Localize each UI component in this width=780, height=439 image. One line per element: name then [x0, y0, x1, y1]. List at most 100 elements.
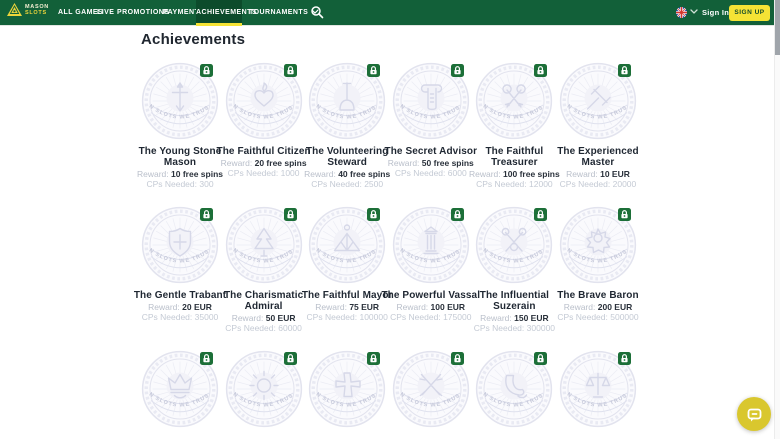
- achievement-medallion: IN SLOTS WE TRUST: [475, 206, 553, 284]
- achievement-medallion: IN SLOTS WE TRUST: [392, 206, 470, 284]
- achievement-card: IN SLOTS WE TRUST: [141, 350, 219, 428]
- achievements-row: IN SLOTS WE TRUSTThe Young Stone MasonRe…: [141, 62, 637, 189]
- achievement-title: The Brave Baron: [548, 290, 648, 301]
- lock-icon: [284, 208, 297, 221]
- achievement-card: IN SLOTS WE TRUSTThe Secret AdvisorRewar…: [392, 62, 470, 189]
- cps-value: 60000: [278, 323, 302, 333]
- chevron-down-icon: [690, 9, 698, 15]
- cps-label: CPs Needed:: [390, 312, 441, 322]
- reward-value: 150 EUR: [514, 313, 549, 323]
- page-title: Achievements: [141, 31, 245, 48]
- lock-icon: [451, 352, 464, 365]
- cps-label: CPs Needed:: [142, 312, 193, 322]
- nav-item-label: TOURNAMENTS: [249, 9, 308, 16]
- achievements-row: IN SLOTS WE TRUSTIN SLOTS WE TRUSTIN SLO…: [141, 350, 637, 428]
- nav-item-promotions[interactable]: PROMOTIONS: [117, 0, 169, 25]
- top-nav: MASON SLOTS ALL GAMESLIVEPROMOTIONSPAYME…: [0, 0, 780, 26]
- chat-widget-button[interactable]: [737, 397, 771, 431]
- reward-label: Reward:: [566, 169, 598, 179]
- reward-value: 100 EUR: [431, 302, 466, 312]
- achievement-card: IN SLOTS WE TRUSTThe Young Stone MasonRe…: [141, 62, 219, 189]
- achievement-card: IN SLOTS WE TRUST: [559, 350, 637, 428]
- achievement-medallion: IN SLOTS WE TRUST: [225, 350, 303, 428]
- achievement-card: IN SLOTS WE TRUST: [308, 350, 386, 428]
- cps-value: 500000: [610, 312, 638, 322]
- reward-value: 50 EUR: [266, 313, 296, 323]
- achievement-card: IN SLOTS WE TRUSTThe Faithful MayorRewar…: [308, 206, 386, 333]
- cps-label: CPs Needed:: [307, 312, 358, 322]
- lock-icon: [200, 64, 213, 77]
- nav-item-achievements[interactable]: ACHIEVEMENTS: [196, 0, 242, 25]
- brand-name: MASON SLOTS: [25, 4, 49, 16]
- cps-label: CPs Needed:: [476, 179, 527, 189]
- reward-value: 10 EUR: [600, 169, 630, 179]
- brand-logo[interactable]: MASON SLOTS: [7, 3, 49, 16]
- achievement-cps: CPs Needed: 500000: [548, 313, 648, 323]
- achievement-card: IN SLOTS WE TRUSTThe Charismatic Admiral…: [225, 206, 303, 333]
- reward-label: Reward:: [304, 169, 336, 179]
- sign-in-link[interactable]: Sign In: [702, 0, 729, 25]
- achievement-card: IN SLOTS WE TRUSTThe Powerful VassalRewa…: [392, 206, 470, 333]
- achievement-card: IN SLOTS WE TRUST: [392, 350, 470, 428]
- uk-flag-icon: [676, 7, 687, 18]
- language-selector[interactable]: [676, 7, 698, 18]
- cps-label: CPs Needed:: [228, 168, 279, 178]
- lock-icon: [367, 208, 380, 221]
- cps-value: 20000: [613, 179, 637, 189]
- achievement-cps: CPs Needed: 2500: [297, 180, 397, 190]
- achievement-card: IN SLOTS WE TRUSTThe Volunteering Stewar…: [308, 62, 386, 189]
- achievement-card: IN SLOTS WE TRUST: [225, 350, 303, 428]
- achievement-title: The Experienced Master: [548, 146, 648, 168]
- achievement-medallion: IN SLOTS WE TRUST: [308, 62, 386, 140]
- reward-label: Reward:: [221, 158, 253, 168]
- reward-label: Reward:: [480, 313, 512, 323]
- lock-icon: [200, 352, 213, 365]
- achievement-cps: CPs Needed: 300: [130, 180, 230, 190]
- cps-label: CPs Needed:: [560, 179, 611, 189]
- nav-item-label: PROMOTIONS: [117, 9, 169, 16]
- achievement-medallion: IN SLOTS WE TRUST: [141, 350, 219, 428]
- lock-icon: [284, 352, 297, 365]
- scrollbar-thumb[interactable]: [775, 0, 780, 55]
- lock-icon: [451, 64, 464, 77]
- scrollbar[interactable]: [774, 0, 780, 439]
- achievement-cps: CPs Needed: 60000: [214, 324, 314, 334]
- cps-label: CPs Needed:: [225, 323, 276, 333]
- lock-icon: [618, 208, 631, 221]
- reward-label: Reward:: [148, 302, 180, 312]
- reward-label: Reward:: [315, 302, 347, 312]
- achievements-row: IN SLOTS WE TRUSTThe Gentle TrabantRewar…: [141, 206, 637, 333]
- cps-label: CPs Needed:: [557, 312, 608, 322]
- achievement-medallion: IN SLOTS WE TRUST: [392, 350, 470, 428]
- nav-item-label: ACHIEVEMENTS: [196, 9, 257, 16]
- achievement-card: IN SLOTS WE TRUSTThe Influential Suzerai…: [475, 206, 553, 333]
- cps-label: CPs Needed:: [146, 179, 197, 189]
- lock-icon: [284, 64, 297, 77]
- achievement-medallion: IN SLOTS WE TRUST: [392, 62, 470, 140]
- achievement-medallion: IN SLOTS WE TRUST: [559, 62, 637, 140]
- lock-icon: [200, 208, 213, 221]
- nav-item-tournaments[interactable]: TOURNAMENTS: [249, 0, 319, 25]
- reward-label: Reward:: [137, 169, 169, 179]
- cps-value: 300: [199, 179, 213, 189]
- sign-up-button[interactable]: SIGN UP: [729, 5, 770, 21]
- achievement-medallion: IN SLOTS WE TRUST: [559, 350, 637, 428]
- achievement-cps: CPs Needed: 300000: [464, 324, 564, 334]
- chat-bubble-icon: [746, 406, 763, 423]
- achievement-medallion: IN SLOTS WE TRUST: [141, 62, 219, 140]
- search-icon[interactable]: [310, 5, 325, 20]
- reward-value: 200 EUR: [598, 302, 633, 312]
- nav-item-live[interactable]: LIVE: [97, 0, 114, 25]
- achievement-card: IN SLOTS WE TRUSTThe Brave BaronReward: …: [559, 206, 637, 333]
- nav-item-label: LIVE: [97, 9, 114, 16]
- achievement-medallion: IN SLOTS WE TRUST: [475, 350, 553, 428]
- pyramid-logo-icon: [7, 3, 22, 16]
- cps-value: 2500: [364, 179, 383, 189]
- lock-icon: [534, 64, 547, 77]
- active-tab-underline: [196, 23, 242, 27]
- achievement-medallion: IN SLOTS WE TRUST: [225, 62, 303, 140]
- achievement-card: IN SLOTS WE TRUSTThe Gentle TrabantRewar…: [141, 206, 219, 333]
- lock-icon: [367, 352, 380, 365]
- achievement-card: IN SLOTS WE TRUSTThe Faithful CitizenRew…: [225, 62, 303, 189]
- achievement-medallion: IN SLOTS WE TRUST: [308, 206, 386, 284]
